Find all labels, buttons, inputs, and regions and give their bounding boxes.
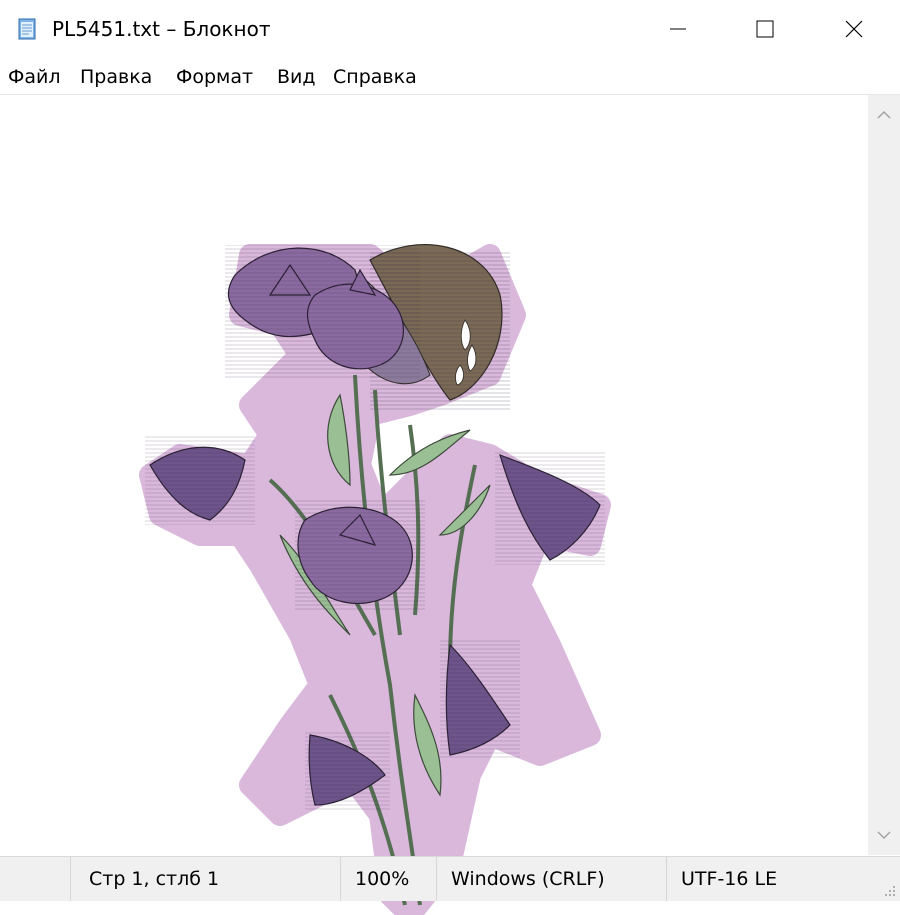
status-line-ending: Windows (CRLF) — [436, 857, 667, 901]
resize-grip-icon[interactable] — [882, 883, 896, 897]
menu-view[interactable]: Вид — [277, 65, 316, 89]
scroll-up-icon[interactable] — [874, 105, 894, 125]
status-position-text: Стр 1, стлб 1 — [89, 868, 220, 890]
minimize-button[interactable] — [632, 0, 724, 58]
menu-file[interactable]: Файл — [8, 65, 61, 89]
scroll-down-icon[interactable] — [874, 825, 894, 845]
status-zoom-text: 100% — [355, 868, 410, 890]
notepad-icon — [18, 18, 36, 40]
minimize-icon — [670, 28, 686, 30]
title-bar[interactable]: PL5451.txt – Блокнот — [0, 0, 900, 58]
menu-format[interactable]: Формат — [176, 65, 253, 89]
menu-bar: Файл Правка Формат Вид Справка — [0, 60, 900, 95]
menu-help[interactable]: Справка — [333, 65, 417, 89]
status-position: Стр 1, стлб 1 — [70, 857, 341, 901]
maximize-icon — [756, 20, 774, 38]
window-title: PL5451.txt – Блокнот — [52, 17, 271, 41]
flower-illustration — [139, 244, 611, 915]
close-icon — [845, 20, 863, 38]
status-encoding-text: UTF-16 LE — [681, 868, 778, 890]
status-encoding: UTF-16 LE — [666, 857, 900, 901]
menu-edit[interactable]: Правка — [80, 65, 152, 89]
status-zoom: 100% — [340, 857, 437, 901]
maximize-button[interactable] — [719, 0, 811, 58]
close-button[interactable] — [808, 0, 900, 58]
status-line-ending-text: Windows (CRLF) — [451, 868, 605, 890]
status-bar: Стр 1, стлб 1 100% Windows (CRLF) UTF-16… — [0, 856, 900, 901]
text-area[interactable] — [0, 95, 868, 915]
vertical-scrollbar[interactable] — [868, 95, 900, 855]
